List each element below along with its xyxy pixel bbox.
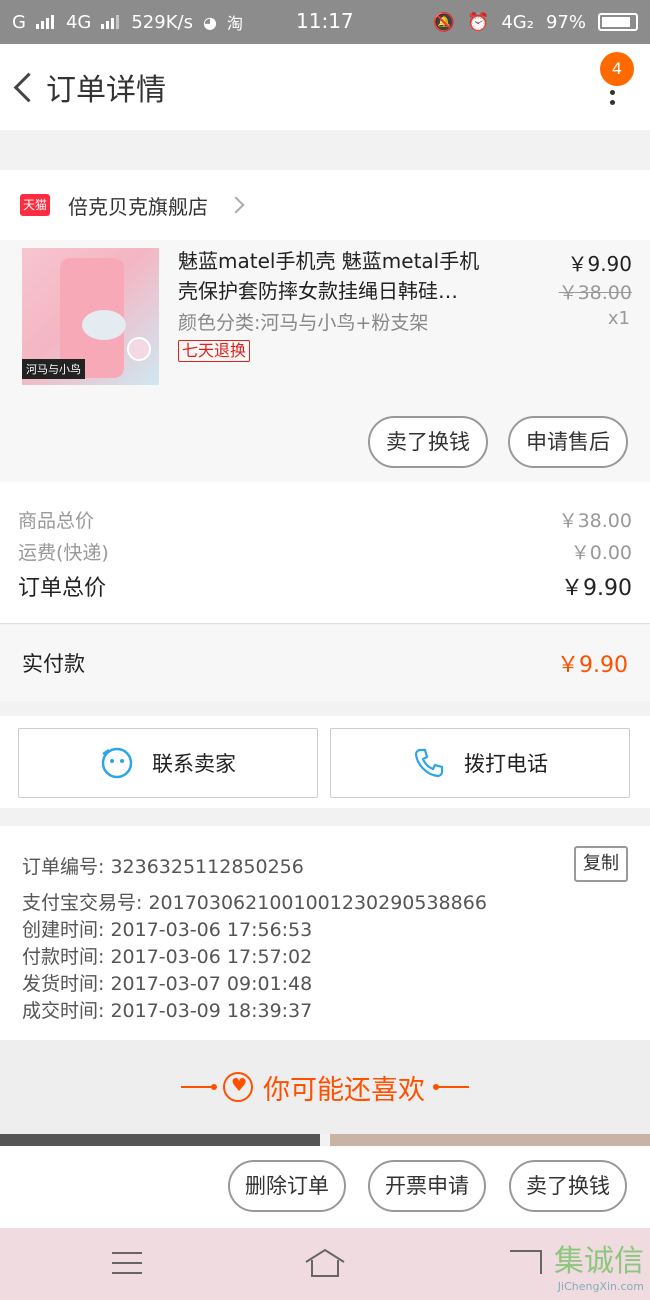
created-time: 创建时间: 2017-03-06 17:56:53 xyxy=(22,919,313,941)
product-sku: 颜色分类:河马与小鸟+粉支架 xyxy=(178,312,429,334)
divider-line xyxy=(439,1086,469,1088)
speed-unit: 9K/s xyxy=(154,11,193,33)
chat-icon xyxy=(101,747,133,779)
system-nav-bar: 集诚信 JiChengXin.com xyxy=(0,1228,650,1300)
order-action-bar: 删除订单 开票申请 卖了换钱 xyxy=(0,1146,650,1228)
item-quantity: x1 xyxy=(607,308,630,329)
goods-total-value: ￥38.00 xyxy=(558,510,632,532)
contact-seller-label: 联系卖家 xyxy=(152,752,236,776)
clock: 11:17 xyxy=(296,9,354,33)
after-sale-button[interactable]: 申请售后 xyxy=(508,416,628,468)
call-button[interactable]: 拨打电话 xyxy=(330,728,630,798)
home-icon[interactable] xyxy=(304,1248,346,1278)
phone-icon xyxy=(414,748,444,778)
copy-button[interactable]: 复制 xyxy=(574,846,628,882)
completed-time: 成交时间: 2017-03-09 18:39:37 xyxy=(22,1000,313,1022)
product-thumbnail[interactable]: 河马与小鸟 xyxy=(22,248,159,385)
divider-line xyxy=(181,1086,211,1088)
mute-icon: 🔕 xyxy=(432,11,455,33)
goods-total-row: 商品总价 ￥38.00 xyxy=(18,506,632,533)
network2-label: 4G₂ xyxy=(501,11,534,33)
invoice-button[interactable]: 开票申请 xyxy=(368,1160,486,1212)
shop-name: 倍克贝克旗舰店 xyxy=(68,194,208,219)
paid-row: 实付款 ￥9.90 xyxy=(0,625,650,701)
alarm-icon: ⏰ xyxy=(466,11,490,33)
recommend-title: 你可能还喜欢 xyxy=(263,1074,425,1106)
carrier-label: G xyxy=(12,11,26,33)
status-bar: G 4G 529K/s ◕ 淘 11:17 🔕 ⏰ 4G₂ 97% xyxy=(0,0,650,44)
divider-dot xyxy=(211,1084,217,1090)
shipped-time: 发货时间: 2017-03-07 09:01:48 xyxy=(22,973,313,995)
speed-number: 52 xyxy=(131,11,155,33)
order-item[interactable]: 河马与小鸟 魅蓝matel手机壳 魅蓝metal手机壳保护套防摔女款挂绳日韩硅…… xyxy=(0,240,650,482)
speed-label: 529K/s xyxy=(131,12,193,33)
recommend-item-peek[interactable] xyxy=(330,1134,650,1146)
heart-icon xyxy=(223,1072,253,1102)
notification-badge: 4 xyxy=(600,52,634,86)
paid-time: 付款时间: 2017-03-06 17:57:02 xyxy=(22,946,313,968)
battery-icon xyxy=(598,13,638,31)
order-total-row: 订单总价 ￥9.90 xyxy=(18,570,632,602)
order-number: 订单编号: 3236325112850256 xyxy=(22,856,304,878)
shipping-row: 运费(快递) ￥0.00 xyxy=(18,538,632,565)
contact-seller-button[interactable]: 联系卖家 xyxy=(18,728,318,798)
contact-section: 联系卖家 拨打电话 xyxy=(0,716,650,808)
page-title: 订单详情 xyxy=(46,73,166,108)
order-total-value: ￥9.90 xyxy=(561,576,632,601)
item-original-price: ￥38.00 xyxy=(558,282,632,304)
tmall-icon: 天猫 xyxy=(20,194,50,216)
recommend-item-peek[interactable] xyxy=(0,1134,320,1146)
network-label: 4G xyxy=(65,11,92,33)
paid-label: 实付款 xyxy=(22,652,85,676)
shipping-label: 运费(快递) xyxy=(18,542,109,564)
paid-value: ￥9.90 xyxy=(557,653,628,678)
product-title: 魅蓝matel手机壳 魅蓝metal手机壳保护套防摔女款挂绳日韩硅… xyxy=(178,249,480,303)
sell-button[interactable]: 卖了换钱 xyxy=(368,416,488,468)
order-info: 订单编号: 3236325112850256 复制 支付宝交易号: 201703… xyxy=(0,826,650,1040)
menu-icon[interactable] xyxy=(112,1252,142,1276)
delete-order-button[interactable]: 删除订单 xyxy=(228,1160,346,1212)
watermark-logo: 集诚信 xyxy=(554,1244,644,1279)
price-summary: 商品总价 ￥38.00 运费(快递) ￥0.00 订单总价 ￥9.90 xyxy=(0,482,650,624)
goods-total-label: 商品总价 xyxy=(18,510,95,532)
watermark-site: JiChengXin.com xyxy=(557,1280,644,1293)
back-arrow-icon[interactable] xyxy=(2,44,46,130)
item-price: ￥9.90 xyxy=(567,252,632,276)
call-label: 拨打电话 xyxy=(464,752,548,776)
battery-percent: 97% xyxy=(545,11,586,33)
shipping-value: ￥0.00 xyxy=(570,542,632,564)
nav-bar: 订单详情 4 xyxy=(0,44,650,130)
recommend-header: 你可能还喜欢 xyxy=(0,1040,650,1134)
signal-icon-2 xyxy=(101,15,121,29)
alipay-number: 支付宝交易号: 2017030621001001230290538866 xyxy=(22,892,487,914)
chevron-right-icon xyxy=(227,196,245,214)
qq-icon: ◕ xyxy=(202,12,217,32)
taobao-icon: 淘 xyxy=(226,14,243,33)
back-key-icon[interactable] xyxy=(510,1250,542,1274)
order-total-label: 订单总价 xyxy=(18,576,107,601)
return-policy-badge: 七天退换 xyxy=(178,340,251,362)
watermark: 集诚信 JiChengXin.com xyxy=(554,1236,644,1293)
sell-button-bottom[interactable]: 卖了换钱 xyxy=(509,1160,627,1212)
thumb-label: 河马与小鸟 xyxy=(22,359,85,379)
signal-icon xyxy=(35,15,56,29)
shop-row[interactable]: 天猫 倍克贝克旗舰店 xyxy=(0,170,650,240)
